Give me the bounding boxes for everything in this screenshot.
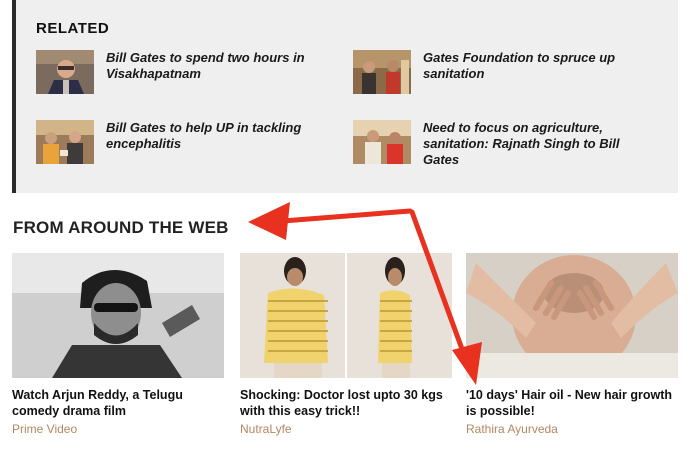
annotation-arrowhead-left [248, 202, 290, 240]
related-item-title[interactable]: Need to focus on agriculture, sanitation… [423, 120, 648, 168]
related-heading: RELATED [36, 20, 110, 37]
from-around-the-web-heading: FROM AROUND THE WEB [13, 218, 229, 237]
related-thumbnail[interactable] [36, 50, 94, 94]
related-item-title[interactable]: Gates Foundation to spruce up sanitation [423, 50, 648, 82]
promo-card-source[interactable]: Rathira Ayurveda [466, 422, 678, 436]
related-section: RELATED Bill Gates to spend two hours in… [12, 0, 678, 193]
related-item[interactable]: Bill Gates to spend two hours in Visakha… [36, 50, 326, 110]
annotation-arrow-left [267, 208, 413, 225]
promo-card-title[interactable]: Watch Arjun Reddy, a Telugu comedy drama… [12, 387, 224, 419]
related-thumbnail[interactable] [36, 120, 94, 164]
related-thumbnail[interactable] [353, 50, 411, 94]
related-thumbnail[interactable] [353, 120, 411, 164]
related-item[interactable]: Gates Foundation to spruce up sanitation [353, 50, 643, 110]
related-item[interactable]: Need to focus on agriculture, sanitation… [353, 120, 643, 180]
promo-card[interactable]: Shocking: Doctor lost upto 30 kgs with t… [240, 253, 452, 436]
promo-card-image[interactable] [240, 253, 452, 378]
related-item[interactable]: Bill Gates to help UP in tackling enceph… [36, 120, 326, 180]
promo-card-title[interactable]: '10 days' Hair oil - New hair growth is … [466, 387, 678, 419]
promo-card-source[interactable]: NutraLyfe [240, 422, 452, 436]
promo-card-title[interactable]: Shocking: Doctor lost upto 30 kgs with t… [240, 387, 452, 419]
promo-card-image[interactable] [12, 253, 224, 378]
promo-card[interactable]: '10 days' Hair oil - New hair growth is … [466, 253, 678, 436]
promo-card-image[interactable] [466, 253, 678, 378]
related-item-title[interactable]: Bill Gates to spend two hours in Visakha… [106, 50, 331, 82]
promo-card-source[interactable]: Prime Video [12, 422, 224, 436]
promo-card[interactable]: Watch Arjun Reddy, a Telugu comedy drama… [12, 253, 224, 436]
related-item-title[interactable]: Bill Gates to help UP in tackling enceph… [106, 120, 331, 152]
